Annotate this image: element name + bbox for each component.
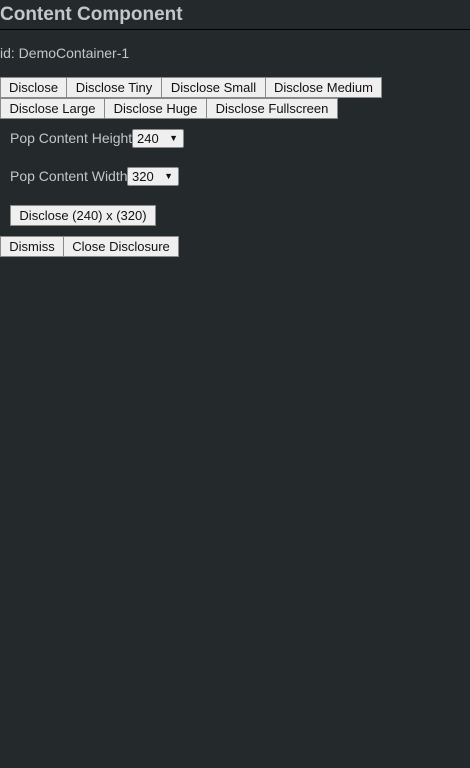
close-disclosure-button[interactable]: Close Disclosure: [63, 236, 179, 257]
disclose-button[interactable]: Disclose: [0, 77, 67, 98]
pop-content-height-label: Pop Content Height: [10, 130, 133, 146]
disclose-custom-size-button[interactable]: Disclose (240) x (320): [10, 205, 156, 226]
chevron-down-icon: ▼: [169, 133, 178, 143]
disclose-large-button[interactable]: Disclose Large: [0, 98, 105, 119]
pop-content-height-value: 240: [137, 131, 159, 146]
disclose-tiny-button[interactable]: Disclose Tiny: [66, 77, 162, 98]
page-title: Content Component: [0, 4, 183, 25]
pop-content-width-select[interactable]: 320 ▼: [127, 167, 179, 186]
pop-content-width-value: 320: [132, 169, 154, 184]
container-id-label: id: DemoContainer-1: [0, 45, 130, 61]
title-bar: Content Component: [0, 0, 470, 30]
dismiss-button[interactable]: Dismiss: [0, 236, 64, 257]
pop-content-height-select[interactable]: 240 ▼: [132, 129, 184, 148]
pop-content-width-label: Pop Content Width: [10, 168, 128, 184]
disclose-fullscreen-button[interactable]: Disclose Fullscreen: [206, 98, 338, 119]
disclose-medium-button[interactable]: Disclose Medium: [265, 77, 382, 98]
disclose-huge-button[interactable]: Disclose Huge: [104, 98, 207, 119]
disclose-small-button[interactable]: Disclose Small: [161, 77, 266, 98]
chevron-down-icon: ▼: [164, 171, 173, 181]
content-component-page: Content Component id: DemoContainer-1 Di…: [0, 0, 470, 768]
